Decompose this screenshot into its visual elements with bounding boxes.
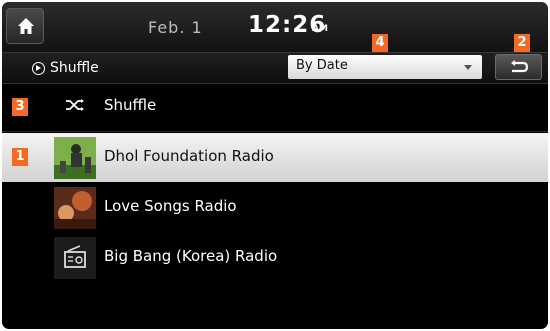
station-label: Big Bang (Korea) Radio	[104, 247, 278, 265]
station-artwork-1	[54, 137, 96, 179]
callout-badge-2: 2	[514, 34, 530, 52]
back-button[interactable]	[495, 54, 542, 80]
callout-badge-4: 4	[372, 34, 388, 52]
shuffle-icon	[66, 99, 84, 111]
station-row-1[interactable]: Dhol Foundation Radio	[2, 133, 548, 182]
station-artwork-2	[54, 187, 96, 229]
dropdown-arrow-icon	[464, 65, 472, 70]
play-mode-label[interactable]: Shuffle	[50, 60, 99, 76]
home-icon	[18, 18, 34, 34]
radio-icon	[54, 237, 96, 279]
sort-dropdown[interactable]: By Date	[288, 55, 482, 79]
station-row-3[interactable]: Big Bang (Korea) Radio	[2, 233, 548, 282]
station-row-2[interactable]: Love Songs Radio	[2, 183, 548, 232]
callout-badge-1: 1	[12, 148, 28, 166]
callout-badge-3: 3	[12, 98, 28, 116]
shuffle-row-label: Shuffle	[104, 96, 157, 114]
ampm-indicator: AM	[312, 24, 328, 34]
status-bar: Feb. 1 12:26 AM	[2, 2, 548, 53]
home-button[interactable]	[6, 8, 44, 44]
date-display: Feb. 1	[148, 18, 203, 37]
play-circle-icon	[32, 62, 45, 75]
station-label: Love Songs Radio	[104, 197, 237, 215]
head-unit-screen: Feb. 1 12:26 AM Shuffle By Date Shuffle	[2, 2, 548, 329]
back-arrow-icon	[511, 60, 529, 73]
sort-dropdown-value: By Date	[296, 58, 348, 73]
station-label: Dhol Foundation Radio	[104, 147, 274, 165]
